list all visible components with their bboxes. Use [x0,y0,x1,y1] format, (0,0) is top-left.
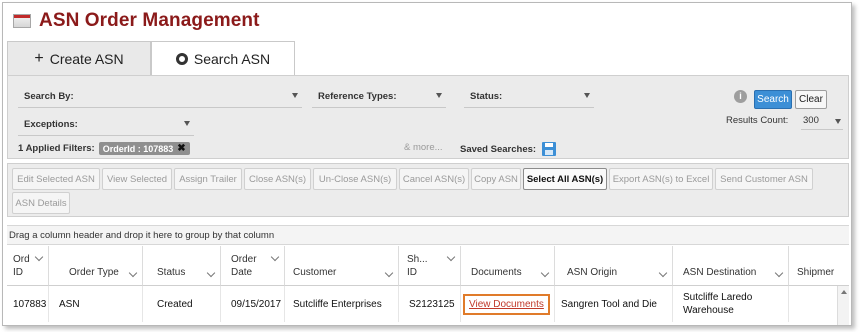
reference-types-select[interactable]: Reference Types: [312,86,446,108]
cell-order-type[interactable]: ASN [49,286,143,322]
exceptions-select[interactable]: Exceptions: [18,114,194,136]
results-count-select[interactable]: 300 [801,112,843,130]
more-link[interactable]: & more... [404,142,443,153]
saved-searches-label: Saved Searches: [460,143,537,155]
filter-chip[interactable]: OrderId : 107883 ✖ [98,142,190,155]
column-header-ship-id[interactable]: Sh... ID [399,246,461,286]
un-close-asn-button[interactable]: Un-Close ASN(s) [313,168,397,190]
applied-filters: 1 Applied Filters: OrderId : 107883 ✖ [18,142,190,155]
column-header-label: Order Date [231,254,257,278]
search-by-label: Search By: [24,91,74,102]
search-button[interactable]: Search [754,90,792,109]
column-header-order-type[interactable]: Order Type [49,246,143,286]
status-label: Status: [470,91,503,102]
chevron-down-icon [436,93,442,98]
column-header-label: ASN Origin [567,267,618,278]
saved-searches: Saved Searches: [460,142,557,156]
cell-shipment[interactable] [789,286,837,322]
chevron-down-icon[interactable] [658,268,668,278]
search-panel: Search By: Reference Types: Status: Exce… [7,75,849,159]
cell-asn-origin[interactable]: Sangren Tool and Die [555,286,673,322]
results-count-label: Results Count: [726,115,789,126]
title-bar: ASN Order Management [3,3,851,39]
group-drop-area[interactable]: Drag a column header and drop it here to… [7,225,849,245]
tab-search-asn-label: Search ASN [193,51,271,67]
column-header-label: Sh... ID [407,254,428,278]
cell-customer[interactable]: Sutcliffe Enterprises [285,286,399,322]
page-title: ASN Order Management [39,10,260,31]
column-header-order-date[interactable]: Order Date [221,246,285,286]
export-asn-excel-button[interactable]: Export ASN(s) to Excel [609,168,713,190]
chevron-down-icon[interactable] [446,252,456,262]
cancel-asn-button[interactable]: Cancel ASN(s) [399,168,469,190]
column-header-status[interactable]: Status [143,246,221,286]
close-asn-button[interactable]: Close ASN(s) [244,168,311,190]
clear-button[interactable]: Clear [795,90,827,109]
copy-asn-button[interactable]: Copy ASN [471,168,521,190]
column-header-asn-origin[interactable]: ASN Origin [555,246,673,286]
chevron-down-icon [184,121,190,126]
vertical-scrollbar[interactable] [837,286,849,325]
chevron-down-icon[interactable] [128,268,138,278]
column-header-label: Shipmer [797,267,835,278]
reference-types-label: Reference Types: [318,91,397,102]
asn-details-button[interactable]: ASN Details [12,192,70,214]
cell-asn-destination[interactable]: Sutcliffe Laredo Warehouse [673,286,789,322]
column-header-label: Ord ID [13,254,30,278]
column-header-label: ASN Destination [683,267,757,278]
column-header-label: Status [157,267,186,278]
chevron-down-icon [292,93,298,98]
tab-create-asn[interactable]: + Create ASN [7,41,151,75]
search-by-select[interactable]: Search By: [18,86,302,108]
cell-ord-id[interactable]: 107883 [7,286,49,322]
edit-selected-asn-button[interactable]: Edit Selected ASN [12,168,100,190]
column-header-documents[interactable]: Documents [461,246,555,286]
filter-chip-label: OrderId : 107883 [102,143,174,154]
exceptions-label: Exceptions: [24,119,78,130]
column-header-label: Customer [293,267,337,278]
chevron-down-icon[interactable] [34,252,44,262]
cell-ship-id[interactable]: S2123125 [399,286,461,322]
tab-strip: + Create ASN Search ASN [7,41,295,76]
column-header-customer[interactable]: Customer [285,246,399,286]
chevron-down-icon[interactable] [270,252,280,262]
status-select[interactable]: Status: [464,86,594,108]
view-selected-button[interactable]: View Selected [102,168,172,190]
assign-trailer-button[interactable]: Assign Trailer [174,168,242,190]
cell-documents: View Documents [461,286,555,322]
chevron-down-icon [835,119,841,124]
app-window: ASN Order Management + Create ASN Search… [2,2,852,326]
asn-grid: Ord ID Order Type Status Order Date Cust… [7,246,849,325]
results-count-value: 300 [803,115,819,126]
view-documents-link-text: View Documents [469,298,544,310]
column-header-label: Documents [471,267,522,278]
send-customer-asn-button[interactable]: Send Customer ASN [715,168,813,190]
applied-filters-label: 1 Applied Filters: [18,143,95,154]
cell-order-date[interactable]: 09/15/2017 [221,286,285,322]
info-icon[interactable]: i [734,90,747,103]
chevron-down-icon[interactable] [540,268,550,278]
chevron-down-icon[interactable] [206,268,216,278]
chevron-down-icon[interactable] [774,268,784,278]
chevron-down-icon[interactable] [384,268,394,278]
plus-icon: + [34,49,44,67]
tab-search-asn[interactable]: Search ASN [151,41,295,76]
save-icon[interactable] [542,142,557,156]
column-header-ord-id[interactable]: Ord ID [7,246,49,286]
column-header-shipment[interactable]: Shipmer [789,246,849,286]
tab-create-asn-label: Create ASN [49,50,124,67]
chevron-down-icon [584,93,590,98]
column-header-label: Order Type [69,267,119,278]
close-icon[interactable]: ✖ [177,143,185,154]
select-all-asn-button[interactable]: Select All ASN(s) [523,168,607,190]
view-documents-link[interactable]: View Documents [463,293,550,315]
column-header-asn-destination[interactable]: ASN Destination [673,246,789,286]
radio-icon [175,53,188,65]
action-toolbar: Edit Selected ASN View Selected Assign T… [7,163,849,217]
cell-status[interactable]: Created [143,286,221,322]
window-icon [13,14,31,28]
